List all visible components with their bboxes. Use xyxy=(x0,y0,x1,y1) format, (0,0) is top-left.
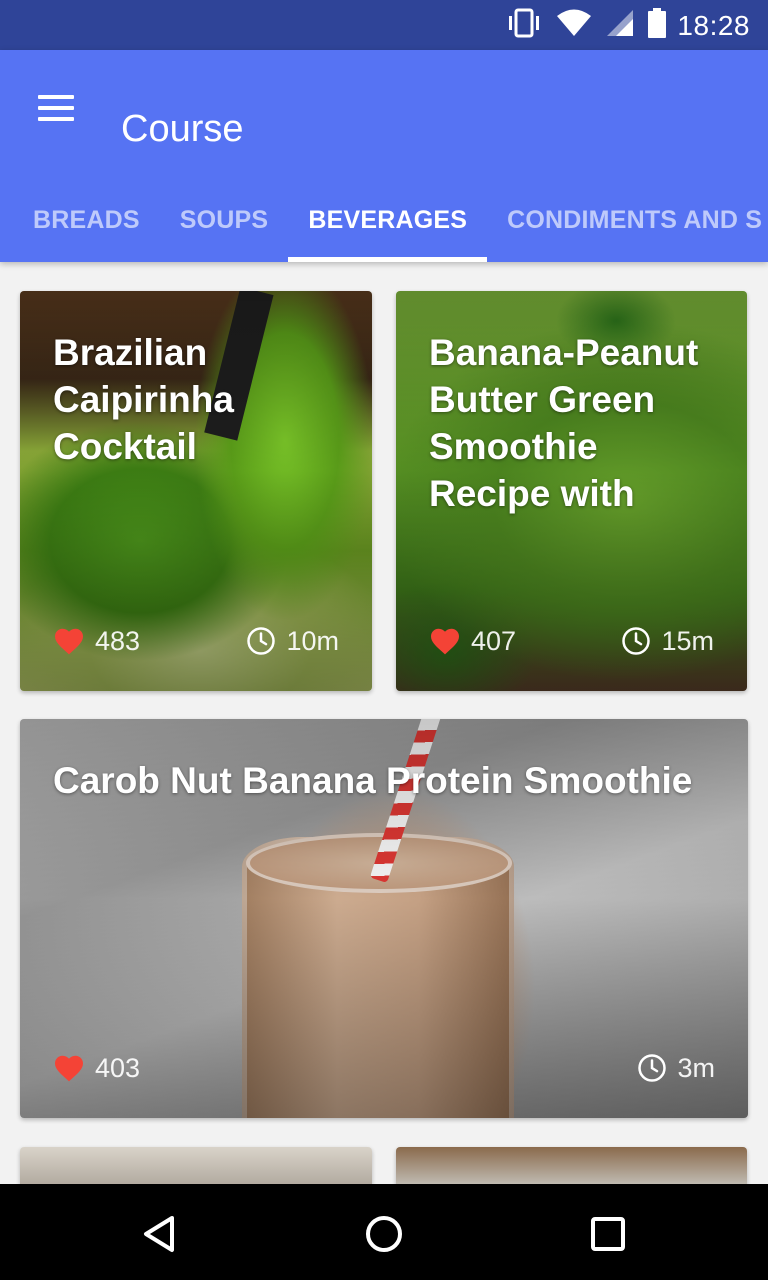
battery-icon xyxy=(648,7,666,43)
heart-icon[interactable] xyxy=(53,1053,85,1083)
recipe-meta: 403 3m xyxy=(53,1052,715,1084)
cook-time: 3m xyxy=(637,1053,715,1084)
tab-condiments[interactable]: CONDIMENTS AND S xyxy=(487,178,768,262)
like-count: 483 xyxy=(95,625,141,656)
recipe-card-carob-smoothie[interactable]: Carob Nut Banana Protein Smoothie 403 3m xyxy=(20,719,748,1118)
hamburger-menu-icon[interactable] xyxy=(24,84,88,132)
clock-icon xyxy=(637,1053,667,1083)
tab-breads[interactable]: BREADS xyxy=(0,178,160,262)
tab-beverages[interactable]: BEVERAGES xyxy=(288,178,487,262)
recipe-title: Carob Nut Banana Protein Smoothie xyxy=(53,760,693,801)
like-count: 403 xyxy=(95,1052,141,1083)
app-bar: Course BREADS SOUPS BEVERAGES CONDIMENTS… xyxy=(0,50,768,262)
cook-time: 10m xyxy=(246,626,339,657)
heart-icon[interactable] xyxy=(53,626,85,656)
like-count: 407 xyxy=(471,625,517,656)
wifi-icon xyxy=(556,9,592,42)
recipe-meta: 483 10m xyxy=(53,625,339,657)
system-nav-bar xyxy=(0,1184,768,1280)
recipe-title: Brazilian Caipirinha Cocktail xyxy=(53,332,234,467)
cook-time-value: 3m xyxy=(677,1052,715,1083)
status-icons xyxy=(506,7,666,43)
recipe-title: Banana-Peanut Butter Green Smoothie Reci… xyxy=(429,332,699,514)
likes: 407 xyxy=(429,626,516,657)
category-tabs: BREADS SOUPS BEVERAGES CONDIMENTS AND S xyxy=(0,178,768,262)
cell-signal-icon xyxy=(606,9,634,42)
recipe-meta: 407 15m xyxy=(429,625,714,657)
page-title: Course xyxy=(121,108,244,150)
likes: 483 xyxy=(53,626,140,657)
recents-icon[interactable] xyxy=(580,1206,636,1262)
likes: 403 xyxy=(53,1053,140,1084)
status-bar: 18:28 xyxy=(0,0,768,50)
home-icon[interactable] xyxy=(356,1206,412,1262)
vibrate-icon xyxy=(506,8,542,43)
tab-soups[interactable]: SOUPS xyxy=(160,178,289,262)
clock-icon xyxy=(621,626,651,656)
screen: 18:28 Course BREADS SOUPS BEVERAGES COND… xyxy=(0,0,768,1280)
recipe-card-caipirinha[interactable]: Brazilian Caipirinha Cocktail 483 10m xyxy=(20,291,372,691)
heart-icon[interactable] xyxy=(429,626,461,656)
recipe-card-green-smoothie[interactable]: Banana-Peanut Butter Green Smoothie Reci… xyxy=(396,291,747,691)
cook-time-value: 10m xyxy=(286,625,339,656)
clock-icon xyxy=(246,626,276,656)
clock: 18:28 xyxy=(677,10,750,41)
back-icon[interactable] xyxy=(132,1206,188,1262)
cook-time-value: 15m xyxy=(661,625,714,656)
cook-time: 15m xyxy=(621,626,714,657)
